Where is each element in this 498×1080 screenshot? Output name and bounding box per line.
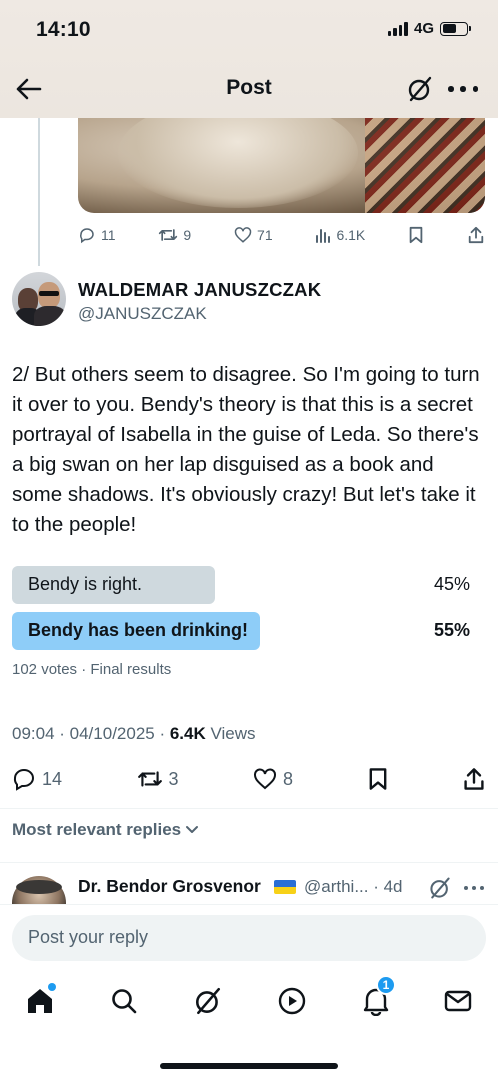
previous-tweet-image[interactable] bbox=[78, 118, 485, 213]
new-posts-dot bbox=[48, 983, 56, 991]
views-button[interactable]: 6.1K bbox=[315, 227, 365, 243]
repost-button[interactable]: 3 bbox=[137, 768, 179, 790]
author-handle[interactable]: @JANUSZCZAK bbox=[78, 304, 207, 324]
like-count: 71 bbox=[257, 227, 273, 243]
repost-count: 9 bbox=[183, 227, 192, 243]
datetime[interactable]: 09:04 · 04/10/2025 · bbox=[12, 724, 170, 743]
status-time: 14:10 bbox=[36, 18, 91, 41]
like-button[interactable]: 8 bbox=[253, 767, 293, 791]
like-icon bbox=[254, 768, 277, 790]
tweet-author[interactable]: WALDEMAR JANUSZCZAK @JANUSZCZAK bbox=[12, 272, 486, 332]
views-count[interactable]: 6.4K bbox=[170, 724, 206, 743]
views-icon bbox=[316, 229, 331, 243]
post-header: Post bbox=[0, 60, 498, 118]
network-type: 4G bbox=[413, 20, 434, 37]
play-icon bbox=[278, 987, 306, 1015]
reply-button[interactable]: 14 bbox=[12, 767, 62, 791]
nav-grok[interactable] bbox=[188, 981, 228, 1021]
search-icon bbox=[112, 989, 137, 1014]
repost-count: 3 bbox=[168, 768, 179, 789]
more-icon[interactable] bbox=[464, 886, 484, 890]
nav-messages[interactable] bbox=[438, 981, 478, 1021]
poll-option: Bendy is right. 45% bbox=[12, 566, 486, 604]
home-indicator bbox=[160, 1063, 338, 1069]
share-icon bbox=[468, 226, 484, 244]
tweet-actions: 14 3 8 bbox=[12, 764, 486, 794]
top-bar: 14:10 4G Post bbox=[0, 0, 498, 118]
replies-sort-dropdown[interactable]: Most relevant replies bbox=[12, 820, 199, 840]
avatar[interactable] bbox=[12, 272, 66, 326]
bookmark-icon bbox=[409, 226, 423, 244]
reply-input[interactable]: Post your reply bbox=[12, 915, 486, 961]
bookmark-icon bbox=[369, 768, 386, 790]
reply-count: 14 bbox=[42, 768, 63, 789]
battery-icon bbox=[440, 21, 471, 36]
bottom-nav: 1 bbox=[0, 975, 498, 1031]
nav-search[interactable] bbox=[104, 981, 144, 1021]
reply-author-handle[interactable]: @arthi... · 4d bbox=[304, 877, 403, 897]
reply-count: 11 bbox=[101, 227, 116, 243]
bookmark-button[interactable] bbox=[408, 226, 424, 244]
tweet-text: 2/ But others seem to disagree. So I'm g… bbox=[12, 363, 480, 536]
reply-icon bbox=[80, 228, 94, 244]
grok-icon[interactable] bbox=[428, 876, 452, 900]
views-label[interactable]: Views bbox=[206, 724, 255, 743]
poll-option-percent: 45% bbox=[433, 574, 470, 594]
tweet-timestamp: 09:04 · 04/10/2025 · 6.4K Views bbox=[12, 724, 256, 744]
share-button[interactable] bbox=[462, 767, 486, 791]
poll-meta: 102 votes · Final results bbox=[12, 661, 172, 678]
views-count: 6.1K bbox=[336, 227, 366, 243]
grok-icon[interactable] bbox=[406, 75, 434, 103]
reply-input-placeholder: Post your reply bbox=[28, 927, 149, 947]
replies-sort-label: Most relevant replies bbox=[12, 820, 182, 839]
share-icon bbox=[464, 768, 484, 790]
previous-tweet-actions: 11 9 71 6.1K bbox=[78, 222, 485, 248]
chevron-down-icon bbox=[186, 826, 199, 833]
reply-author-name[interactable]: Dr. Bendor Grosvenor bbox=[78, 876, 261, 897]
repost-icon bbox=[159, 229, 178, 241]
like-icon bbox=[234, 227, 252, 243]
reply-composer-bar: Post your reply 1 bbox=[0, 904, 498, 1074]
nav-home[interactable] bbox=[20, 981, 60, 1021]
repost-icon bbox=[137, 771, 162, 787]
like-count: 8 bbox=[283, 768, 294, 789]
share-button[interactable] bbox=[467, 226, 485, 244]
mail-icon bbox=[444, 990, 472, 1012]
poll: Bendy is right. 45% Bendy has been drink… bbox=[12, 566, 486, 658]
poll-option: Bendy has been drinking! 55% bbox=[12, 612, 486, 650]
nav-video[interactable] bbox=[272, 981, 312, 1021]
poll-option-label: Bendy has been drinking! bbox=[28, 620, 249, 640]
status-bar: 14:10 4G bbox=[0, 0, 498, 60]
avatar[interactable] bbox=[12, 876, 66, 904]
repost-button[interactable]: 9 bbox=[158, 226, 191, 244]
poll-option-percent: 55% bbox=[433, 620, 470, 640]
divider bbox=[0, 808, 498, 809]
more-icon[interactable] bbox=[448, 86, 478, 94]
reply-icon bbox=[13, 769, 34, 791]
thread-line bbox=[38, 118, 40, 266]
signal-icon bbox=[387, 21, 408, 36]
author-name[interactable]: WALDEMAR JANUSZCZAK bbox=[78, 279, 321, 301]
nav-notifications[interactable]: 1 bbox=[356, 975, 396, 1021]
status-indicators: 4G bbox=[387, 20, 471, 37]
poll-option-label: Bendy is right. bbox=[28, 574, 143, 594]
like-button[interactable]: 71 bbox=[234, 226, 273, 244]
ukraine-flag-icon bbox=[274, 880, 296, 894]
grok-icon bbox=[196, 987, 220, 1015]
reply-preview[interactable]: Dr. Bendor Grosvenor @arthi... · 4d bbox=[0, 862, 498, 904]
notifications-badge: 1 bbox=[376, 975, 396, 995]
reply-button[interactable]: 11 bbox=[78, 226, 116, 244]
bookmark-button[interactable] bbox=[368, 767, 388, 791]
